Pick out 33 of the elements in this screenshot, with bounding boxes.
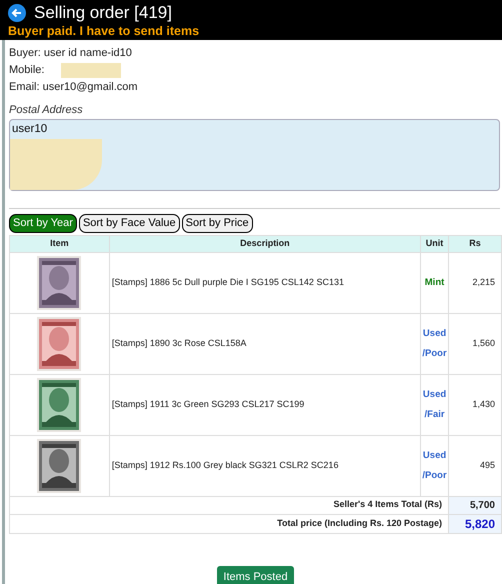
address-field[interactable]: user10 — [9, 118, 500, 190]
column-header: Unit — [420, 235, 449, 252]
items-posted-button[interactable]: Items Posted — [217, 566, 294, 584]
field-label: Postal Address — [9, 103, 83, 118]
sort-button[interactable]: Sort by Face Value — [78, 214, 180, 232]
total-label: Total price (Including Rs. 120 Postage) — [277, 518, 442, 528]
page-title: Selling order [419] — [34, 3, 172, 23]
condition-label: Used /Poor — [421, 448, 448, 482]
column-header: Rs — [448, 235, 502, 252]
price-text: 1,560 — [472, 338, 495, 348]
sort-button[interactable]: Sort by Price — [182, 214, 253, 232]
column-header: Item — [10, 235, 110, 252]
total-value: 5,820 — [464, 516, 495, 530]
price-text: 1,430 — [472, 398, 495, 409]
order-status: Buyer paid. I have to send items — [8, 23, 200, 39]
item-description: [Stamps] 1886 5c Dull purple Die I SG195 CSL142 SC131 — [112, 276, 344, 287]
condition-label: Used /Poor — [421, 326, 448, 360]
condition-label: Used /Fair — [422, 388, 448, 422]
item-description: [Stamps] 1911 3c Green SG293 CSL217 SC199 — [112, 398, 304, 409]
address-text: user10 — [12, 122, 48, 136]
email-text: Email: user10@gmail.com — [9, 80, 138, 95]
mobile-text: Mobile: — [9, 63, 44, 78]
item-description: [Stamps] 1890 3c Rose CSL158A — [112, 338, 246, 348]
price-text: 495 — [480, 460, 495, 470]
item-description: [Stamps] 1912 Rs.100 Grey black SG321 CSLR2 SC216 — [112, 460, 338, 470]
sort-button[interactable]: Sort by Year — [9, 214, 77, 232]
condition-label: Mint — [424, 276, 444, 290]
redaction-mark — [61, 63, 121, 78]
total-label: Seller's 4 Items Total (Rs) — [334, 499, 442, 510]
price-text: 2,215 — [472, 276, 495, 287]
column-header: Description — [109, 235, 421, 252]
total-value: 5,700 — [470, 500, 495, 510]
buyer-text: Buyer: user id name-id10 — [9, 46, 132, 61]
